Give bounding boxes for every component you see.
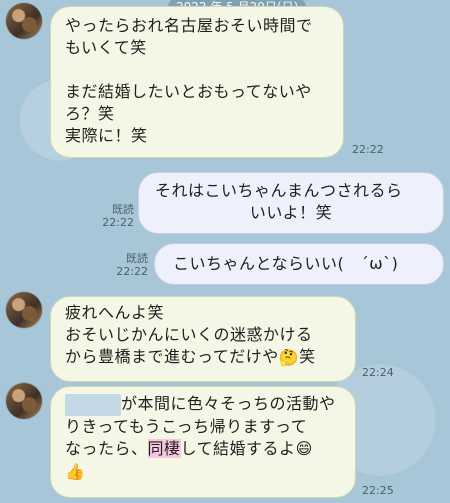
read-receipt: 既読 22:22 [100,203,134,229]
message-text: もいくて笑 [65,38,147,57]
message-text: それはこいちゃんまんつされるら [155,181,403,200]
sender-avatar[interactable] [6,3,42,39]
smiling-face-emoji: 😄 [295,439,313,458]
message-text: して結婚するよ [180,438,296,458]
message-time: 22:22 [352,143,384,156]
read-label: 既読 [112,203,134,216]
message-bubble-4[interactable]: 疲れへんよ笑 おそいじかんにいくの迷惑かける から豊橋まで進むってだけや🤔笑 [50,296,356,382]
message-text: 疲れへんよ笑 [65,303,165,322]
message-text: ろ？笑 [65,104,115,123]
read-receipt: 既読 22:22 [112,252,148,278]
message-text [65,59,329,81]
message-text: 笑 [299,347,316,366]
message-text: まだ結婚したいとおもってないや [65,82,312,101]
thinking-face-emoji: 🤔 [278,347,300,367]
message-bubble-2[interactable]: それはこいちゃんまんつされるら いいよ！笑 [138,172,444,234]
message-bubble-5[interactable]: が本間に色々そっちの活動や りきってもうこっち帰りますって なったら、同棲して結… [50,386,356,498]
message-text: やったらおれ名古屋おそい時間で [65,16,313,35]
read-label: 既読 [126,252,148,265]
chat-area: 2022 年 5 月29日(日) やったらおれ名古屋おそい時間で もいくて笑 ま… [0,0,450,503]
message-time: 22:24 [362,366,394,379]
redacted-name [65,393,121,416]
message-time: 22:25 [362,484,394,497]
message-time: 22:22 [102,216,134,229]
message-text: 実際に！笑 [65,126,148,145]
message-text: おそいじかんにいくの迷惑かける [65,325,313,344]
sender-avatar[interactable] [6,292,42,328]
message-text: が本間に色々そっちの活動や [121,394,336,413]
message-time: 22:22 [116,265,148,278]
message-text: なったら、 [65,438,148,458]
message-bubble-3[interactable]: こいちゃんとならいい( ´ω`) [154,243,444,285]
highlighted-text: 同棲 [147,438,181,458]
thumbs-up-emoji: 👍 [65,461,86,481]
sender-avatar[interactable] [6,383,42,419]
message-text: りきってもうこっち帰りますって [65,416,308,436]
message-bubble-1[interactable]: やったらおれ名古屋おそい時間で もいくて笑 まだ結婚したいとおもってないや ろ？… [50,6,344,158]
message-text: いいよ！笑 [249,203,333,222]
message-text: から豊橋まで進むってだけや [65,347,279,366]
message-text: こいちゃんとならいい( ´ω`) [173,254,399,273]
